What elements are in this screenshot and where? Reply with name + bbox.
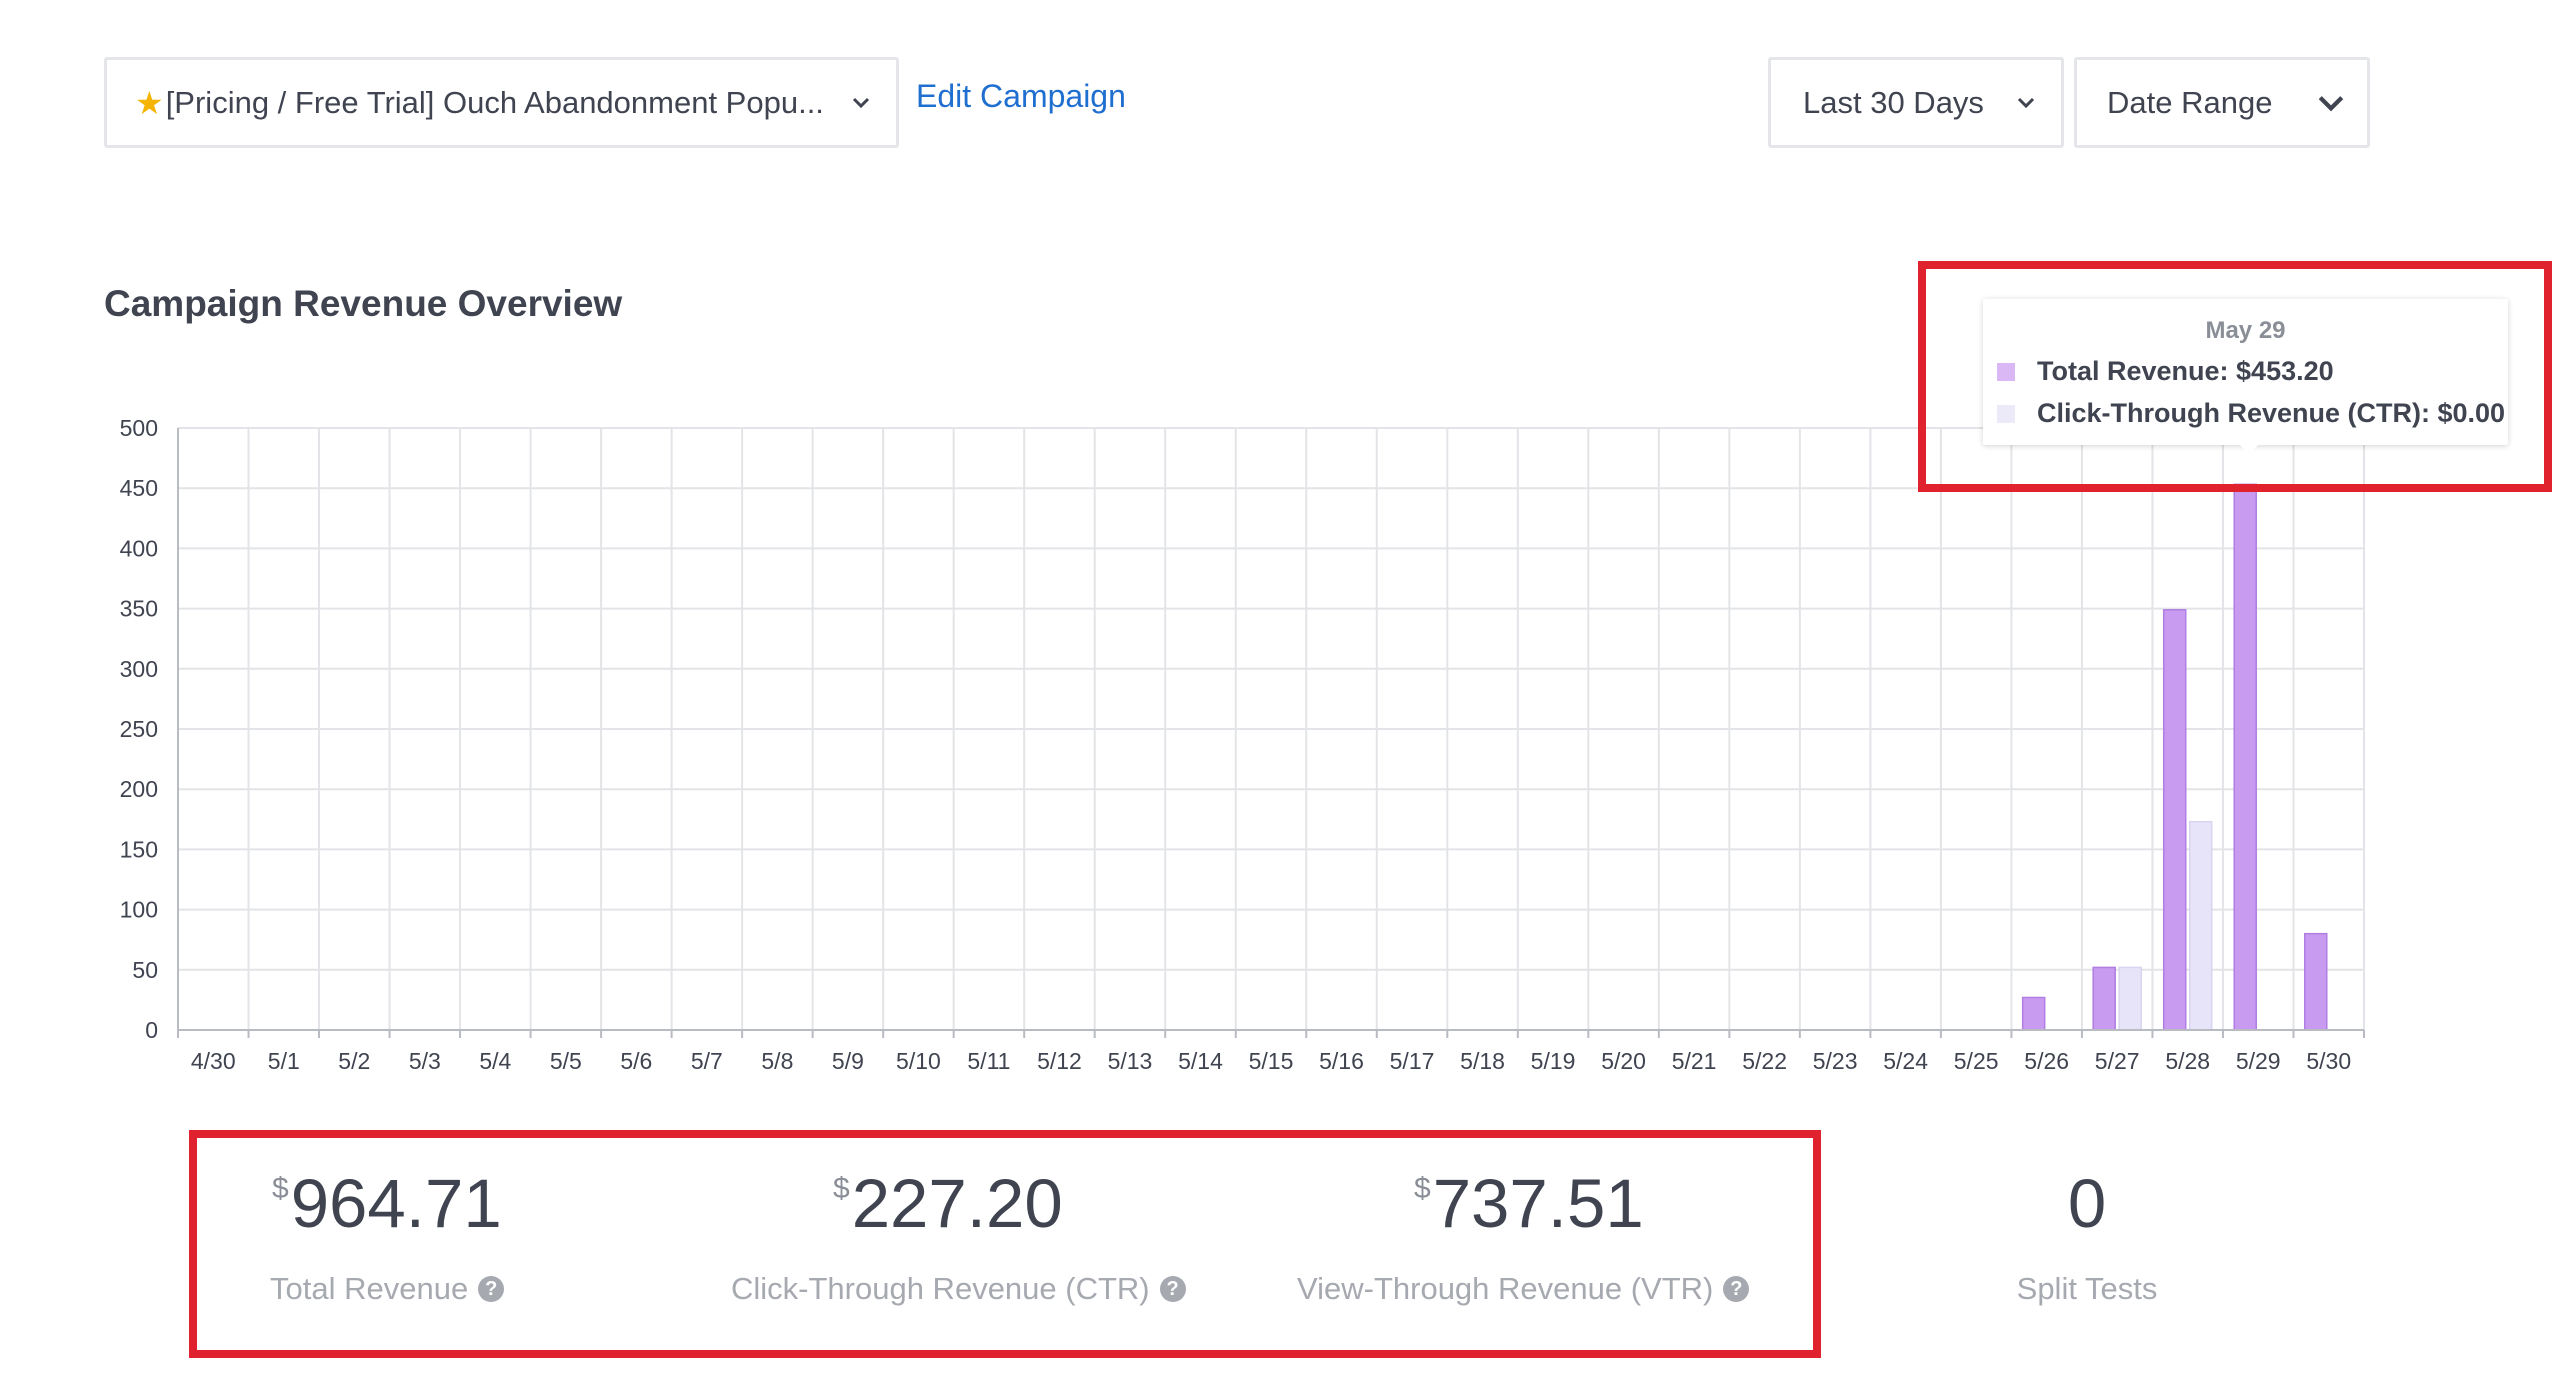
x-tick-label: 5/26: [2024, 1048, 2069, 1074]
stat-value: 0: [2067, 1165, 2107, 1242]
x-tick-label: 5/19: [1531, 1048, 1576, 1074]
highlight-box-tooltip: [1918, 261, 2552, 492]
x-tick-label: 4/30: [191, 1048, 236, 1074]
help-icon[interactable]: ?: [1723, 1276, 1750, 1302]
bar-total-revenue: [2233, 483, 2257, 1031]
y-tick-label: 300: [120, 656, 158, 682]
x-tick-label: 5/27: [2095, 1048, 2140, 1074]
x-tick-label: 5/12: [1037, 1048, 1082, 1074]
y-tick-label: 400: [120, 535, 158, 561]
stat-ctr-label: Click-Through Revenue (CTR)?: [731, 1271, 1186, 1307]
y-tick-label: 450: [120, 475, 158, 501]
stat-label: Click-Through Revenue (CTR): [731, 1271, 1150, 1306]
y-tick-label: 150: [120, 836, 158, 862]
currency-symbol: $: [1414, 1172, 1431, 1205]
y-tick-label: 500: [120, 415, 158, 441]
x-tick-label: 5/18: [1460, 1048, 1505, 1074]
x-tick-label: 5/16: [1319, 1048, 1364, 1074]
currency-symbol: $: [272, 1172, 289, 1205]
x-tick-label: 5/10: [896, 1048, 941, 1074]
stat-value: 227.20: [851, 1165, 1063, 1242]
y-tick-label: 50: [132, 957, 158, 983]
stat-vtr-value: $737.51: [1414, 1164, 1644, 1243]
x-tick-label: 5/22: [1742, 1048, 1787, 1074]
x-tick-label: 5/17: [1390, 1048, 1435, 1074]
bar-total-revenue: [2021, 996, 2046, 1031]
x-tick-label: 5/3: [409, 1048, 441, 1074]
x-tick-label: 5/23: [1813, 1048, 1858, 1074]
help-icon[interactable]: ?: [478, 1276, 505, 1302]
bar-ctr: [2118, 966, 2142, 1031]
stat-label: View-Through Revenue (VTR): [1297, 1271, 1714, 1306]
help-icon[interactable]: ?: [1159, 1276, 1186, 1302]
x-tick-label: 5/2: [338, 1048, 370, 1074]
bar-ctr: [2188, 820, 2213, 1031]
bar-total-revenue: [2162, 609, 2187, 1031]
bar-total-revenue: [2303, 932, 2328, 1031]
stat-total-revenue-value: $964.71: [272, 1164, 502, 1243]
stat-total-revenue-label: Total Revenue?: [270, 1271, 505, 1307]
stat-value: 964.71: [290, 1165, 502, 1242]
bar-total-revenue: [2092, 966, 2116, 1031]
x-tick-label: 5/5: [550, 1048, 582, 1074]
stat-split-tests-label: Split Tests: [2017, 1271, 2158, 1307]
x-tick-label: 5/21: [1672, 1048, 1717, 1074]
y-tick-label: 200: [120, 776, 158, 802]
y-tick-label: 100: [120, 897, 158, 923]
stat-value: 737.51: [1432, 1165, 1644, 1242]
x-tick-label: 5/14: [1178, 1048, 1223, 1074]
stat-ctr-value: $227.20: [833, 1164, 1063, 1243]
x-tick-label: 5/25: [1954, 1048, 1999, 1074]
x-tick-label: 5/7: [691, 1048, 723, 1074]
x-tick-label: 5/9: [832, 1048, 864, 1074]
x-tick-label: 5/24: [1883, 1048, 1928, 1074]
x-tick-label: 5/29: [2236, 1048, 2281, 1074]
y-tick-label: 350: [120, 596, 158, 622]
stat-label: Split Tests: [2016, 1271, 2158, 1306]
stat-label: Total Revenue: [270, 1271, 469, 1306]
x-tick-label: 5/4: [479, 1048, 511, 1074]
x-tick-label: 5/11: [967, 1048, 1010, 1074]
x-tick-label: 5/20: [1601, 1048, 1646, 1074]
x-tick-label: 5/30: [2306, 1048, 2351, 1074]
y-tick-label: 250: [120, 716, 158, 742]
x-tick-label: 5/13: [1108, 1048, 1153, 1074]
stat-vtr-label: View-Through Revenue (VTR)?: [1297, 1271, 1750, 1307]
x-tick-label: 5/6: [620, 1048, 652, 1074]
x-tick-label: 5/1: [268, 1048, 300, 1074]
x-tick-label: 5/15: [1249, 1048, 1294, 1074]
stat-split-tests-value: 0: [2068, 1164, 2106, 1243]
currency-symbol: $: [833, 1172, 850, 1205]
y-tick-label: 0: [145, 1017, 158, 1043]
x-tick-label: 5/28: [2165, 1048, 2210, 1074]
x-tick-label: 5/8: [761, 1048, 793, 1074]
revenue-chart: 0 50 100 150 200 250 300 350 400 450 500 4/30 5/1 5/…: [120, 415, 2365, 1074]
